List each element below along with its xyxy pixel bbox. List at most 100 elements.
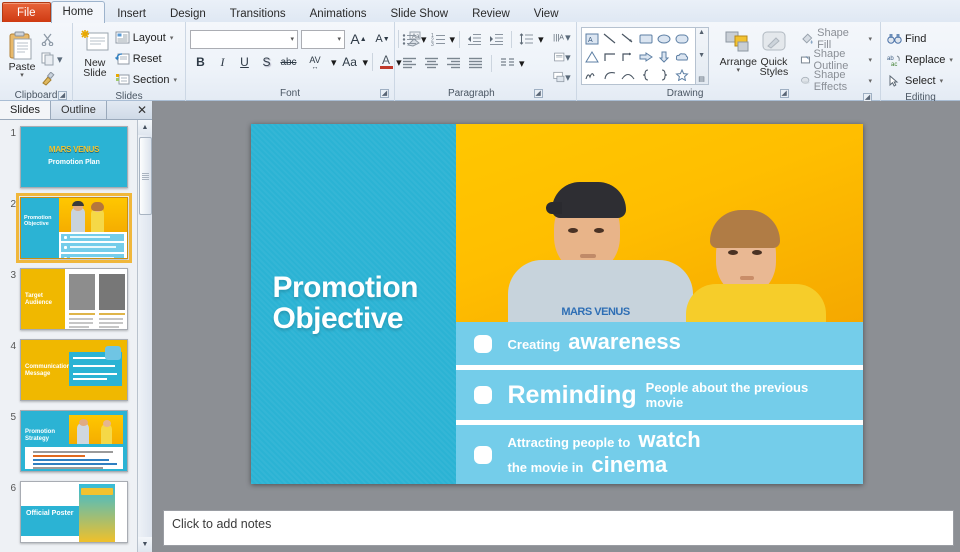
font-name-input[interactable]: ▾ <box>190 29 298 49</box>
bullets-dropdown-arrow[interactable]: ▾ <box>421 33 427 46</box>
strikethrough-button[interactable]: abc <box>278 52 299 72</box>
align-left-button[interactable] <box>399 53 420 73</box>
align-center-button[interactable] <box>421 53 442 73</box>
arrange-button[interactable]: Arrange ▾ <box>719 27 758 75</box>
arrange-dropdown-arrow[interactable]: ▾ <box>737 67 741 74</box>
bullet-bar-1[interactable]: Creating awareness <box>455 322 863 365</box>
thumbnail-row[interactable]: 1 MARS VENUS Promotion Plan <box>2 126 133 188</box>
thumbnail-row[interactable]: 3 Target Audience <box>2 268 133 330</box>
thumbnail-row[interactable]: 4 Communication Message <box>2 339 133 401</box>
shape-effects-button[interactable]: Shape Effects ▾ <box>798 69 876 93</box>
format-painter-button[interactable] <box>38 69 58 89</box>
convert-to-smartart-button[interactable]: ▾ <box>552 67 572 87</box>
paste-button[interactable]: Paste ▾ <box>6 28 38 80</box>
decrease-font-size-button[interactable]: A ▼ <box>372 29 393 49</box>
shape-left-brace[interactable] <box>637 66 655 84</box>
scroll-up-button[interactable]: ▲ <box>137 120 152 135</box>
thumbnail-slide-4[interactable]: Communication Message <box>20 339 128 401</box>
thumbnail-slide-3[interactable]: Target Audience <box>20 268 128 330</box>
shape-curve[interactable] <box>601 66 619 84</box>
paste-dropdown-arrow[interactable]: ▾ <box>20 72 24 79</box>
change-case-button[interactable]: Aa <box>338 52 362 72</box>
align-text-button[interactable]: ▾ <box>552 47 572 67</box>
tab-view[interactable]: View <box>522 3 571 23</box>
slides-panel-scrollbar[interactable]: ▲ ▼ <box>137 120 152 552</box>
slide-photo[interactable]: MARS VENUS <box>455 124 863 322</box>
scrollbar-thumb[interactable] <box>138 137 152 215</box>
shapes-gallery-expand[interactable]: ▤ <box>698 75 705 83</box>
shapes-scroll-down-arrow[interactable]: ▼ <box>698 52 705 59</box>
shape-rectangle[interactable] <box>637 30 655 48</box>
select-button[interactable]: Select ▾ <box>885 70 947 91</box>
tab-animations[interactable]: Animations <box>298 3 379 23</box>
replace-button[interactable]: ab ac Replace ▾ <box>885 49 957 70</box>
thumbnail-row[interactable]: 5 Promotion Strategy <box>2 410 133 472</box>
tab-insert[interactable]: Insert <box>105 3 158 23</box>
italic-button[interactable]: I <box>212 52 233 72</box>
shape-line[interactable] <box>601 30 619 48</box>
slide-title[interactable]: Promotion Objective <box>273 272 419 334</box>
increase-font-size-button[interactable]: A ▲ <box>348 29 369 49</box>
shapes-gallery-scrollbar[interactable]: ▲ ▼ ▤ <box>695 27 709 85</box>
shape-rounded-rectangle[interactable] <box>673 30 691 48</box>
layout-button[interactable]: Layout ▾ <box>113 27 181 48</box>
shape-star[interactable] <box>673 66 691 84</box>
cut-button[interactable] <box>38 29 58 49</box>
thumbnail-slide-2[interactable]: Promotion Objective <box>16 193 132 263</box>
text-shadow-button[interactable]: S <box>256 52 277 72</box>
numbering-button[interactable]: 1 2 3 <box>428 29 449 49</box>
font-size-dropdown-arrow[interactable]: ▾ <box>337 35 341 43</box>
tab-home[interactable]: Home <box>50 1 106 23</box>
new-slide-button[interactable]: New Slide <box>77 26 113 80</box>
shape-cloud[interactable] <box>673 48 691 66</box>
bold-button[interactable]: B <box>190 52 211 72</box>
line-spacing-button[interactable] <box>516 29 537 49</box>
find-button[interactable]: Find <box>885 28 930 49</box>
paragraph-dialog-launcher[interactable]: ◢ <box>533 89 543 98</box>
replace-dropdown-arrow[interactable]: ▾ <box>949 56 953 64</box>
shape-elbow-arrow[interactable] <box>619 48 637 66</box>
change-case-dropdown-arrow[interactable]: ▾ <box>363 56 369 69</box>
text-direction-button[interactable]: ||| A ▾ <box>552 27 572 47</box>
shape-elbow-connector[interactable] <box>601 48 619 66</box>
section-dropdown-arrow[interactable]: ▾ <box>173 76 177 84</box>
slide-thumbnail-list[interactable]: 1 MARS VENUS Promotion Plan 2 Promotion … <box>0 120 152 552</box>
shape-oval[interactable] <box>655 30 673 48</box>
tab-file[interactable]: File <box>2 2 51 23</box>
shape-right-arrow[interactable] <box>637 48 655 66</box>
scroll-down-button[interactable]: ▼ <box>137 537 152 552</box>
shapes-scroll-up-arrow[interactable]: ▲ <box>698 29 705 36</box>
shape-outline-dropdown-arrow[interactable]: ▾ <box>868 56 872 64</box>
shape-arrow[interactable] <box>619 30 637 48</box>
justify-button[interactable] <box>465 53 486 73</box>
clipboard-dialog-launcher[interactable]: ◢ <box>58 91 67 100</box>
increase-indent-button[interactable] <box>486 29 507 49</box>
shape-scribble[interactable] <box>583 66 601 84</box>
font-dialog-launcher[interactable]: ◢ <box>380 89 389 98</box>
thumbnail-row[interactable]: 2 Promotion Objective <box>2 193 133 263</box>
tab-outline[interactable]: Outline <box>50 101 107 119</box>
line-spacing-dropdown-arrow[interactable]: ▾ <box>538 33 544 46</box>
underline-button[interactable]: U <box>234 52 255 72</box>
shape-effects-dropdown-arrow[interactable]: ▾ <box>868 77 872 85</box>
layout-dropdown-arrow[interactable]: ▾ <box>170 34 174 42</box>
shape-down-arrow[interactable] <box>655 48 673 66</box>
character-spacing-dropdown-arrow[interactable]: ▾ <box>331 56 337 69</box>
shape-triangle[interactable] <box>583 48 601 66</box>
character-spacing-button[interactable]: AV ↔ <box>300 52 330 72</box>
font-size-input[interactable]: ▾ <box>301 29 345 49</box>
shape-right-brace[interactable] <box>655 66 673 84</box>
columns-dropdown-arrow[interactable]: ▾ <box>519 57 525 70</box>
shape-textbox[interactable]: A <box>583 30 601 48</box>
shape-arc[interactable] <box>619 66 637 84</box>
thumbnail-slide-6[interactable]: Official Poster <box>20 481 128 543</box>
close-panel-button[interactable]: ✕ <box>132 101 152 119</box>
font-color-button[interactable]: A <box>377 52 395 72</box>
thumbnail-slide-5[interactable]: Promotion Strategy <box>20 410 128 472</box>
bullet-bar-2[interactable]: Reminding People about the previous movi… <box>455 370 863 420</box>
tab-design[interactable]: Design <box>158 3 218 23</box>
thumbnail-row[interactable]: 6 Official Poster <box>2 481 133 543</box>
numbering-dropdown-arrow[interactable]: ▾ <box>450 33 456 46</box>
shapes-gallery[interactable]: A <box>580 27 696 85</box>
shape-fill-button[interactable]: Shape Fill ▾ <box>798 27 876 51</box>
